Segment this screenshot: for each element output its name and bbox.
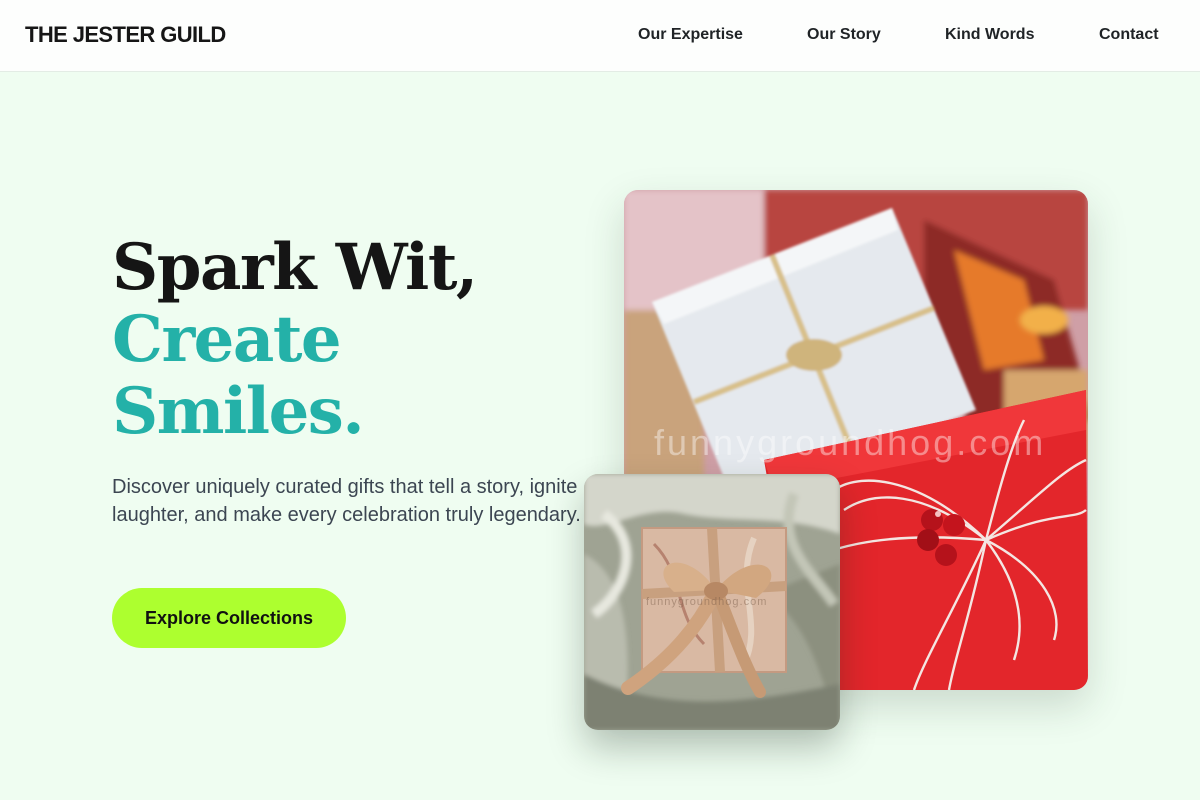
nav-link-contact[interactable]: Contact [1099, 26, 1159, 44]
headline-line-1: Spark Wit, [112, 230, 478, 305]
brand-logo[interactable]: THE JESTER GUILD [25, 22, 226, 48]
wrapped-gift-photo [584, 474, 840, 730]
nav-link-our-story[interactable]: Our Story [807, 26, 881, 44]
hero-headline: Spark Wit, Create Smiles. [112, 230, 478, 449]
nav-link-our-expertise[interactable]: Our Expertise [638, 26, 743, 44]
headline-line-3: Smiles. [112, 374, 365, 449]
site-header: THE JESTER GUILD Our Expertise Our Story… [0, 0, 1200, 72]
nav-link-kind-words[interactable]: Kind Words [945, 26, 1034, 44]
explore-collections-button[interactable]: Explore Collections [112, 588, 346, 648]
hero-tagline: Discover uniquely curated gifts that tel… [112, 476, 581, 526]
headline-line-2: Create [112, 302, 342, 377]
